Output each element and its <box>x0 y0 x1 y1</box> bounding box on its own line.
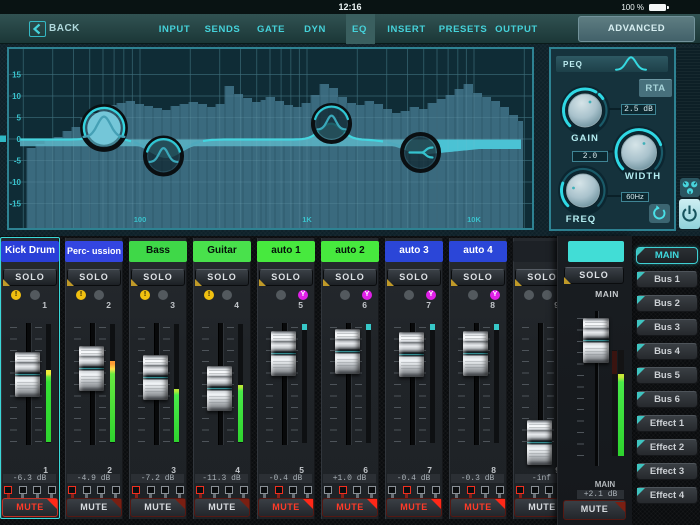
svg-text:-10: -10 <box>9 178 21 187</box>
svg-text:100: 100 <box>134 215 147 224</box>
svg-text:-15: -15 <box>9 200 21 209</box>
svg-text:0: 0 <box>17 135 22 144</box>
svg-text:10K: 10K <box>467 215 481 224</box>
svg-text:15: 15 <box>12 71 21 80</box>
svg-text:1K: 1K <box>302 215 312 224</box>
svg-text:5: 5 <box>17 114 22 123</box>
svg-text:-5: -5 <box>14 157 22 166</box>
svg-text:10: 10 <box>12 92 21 101</box>
